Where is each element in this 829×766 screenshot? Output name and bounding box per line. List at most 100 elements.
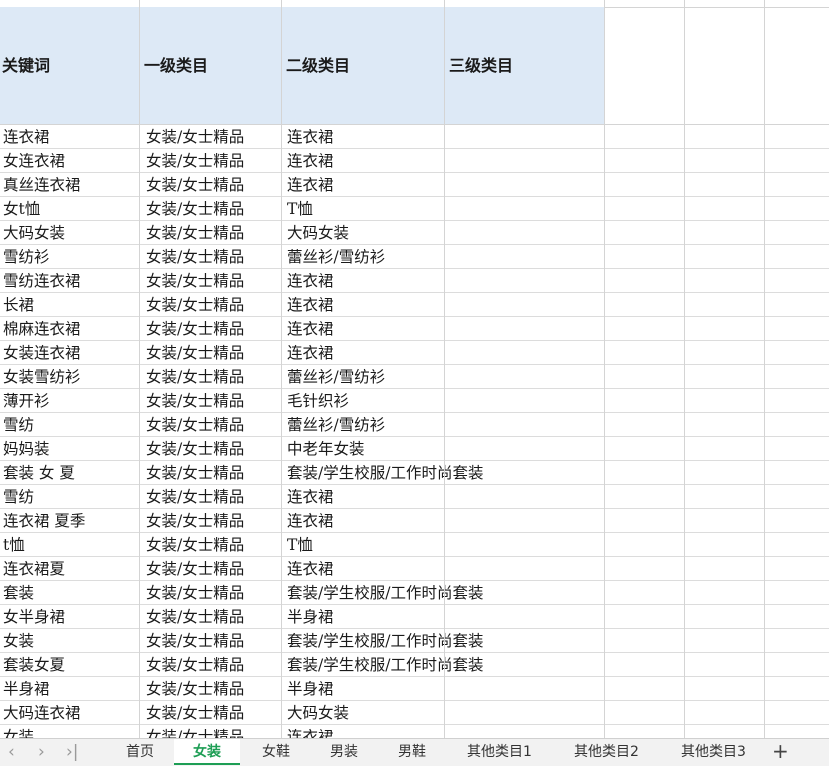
cell-category-2[interactable]: 连衣裙: [287, 125, 334, 148]
sheet-tab[interactable]: 女鞋: [242, 739, 310, 765]
cell-keyword[interactable]: 女装连衣裙: [3, 341, 81, 364]
cell-category-2[interactable]: 蕾丝衫/雪纺衫: [287, 365, 385, 388]
cell-keyword[interactable]: 大码连衣裙: [3, 701, 81, 724]
cell-category-2[interactable]: T恤: [287, 533, 313, 556]
cell-category-2[interactable]: 连衣裙: [287, 269, 334, 292]
cell-keyword[interactable]: 雪纺: [3, 413, 34, 436]
cell-keyword[interactable]: 连衣裙 夏季: [3, 509, 85, 532]
cell-keyword[interactable]: 真丝连衣裙: [3, 173, 81, 196]
cell-category-1[interactable]: 女装/女士精品: [146, 653, 244, 676]
cell-keyword[interactable]: 套装: [3, 581, 34, 604]
cell-keyword[interactable]: 大码女装: [3, 221, 65, 244]
cell-category-2[interactable]: 蕾丝衫/雪纺衫: [287, 413, 385, 436]
cell-category-2[interactable]: 套装/学生校服/工作时尚套装: [287, 653, 483, 676]
cell-category-2[interactable]: 连衣裙: [287, 557, 334, 580]
cell-category-2[interactable]: 连衣裙: [287, 149, 334, 172]
cell-keyword[interactable]: 连衣裙: [3, 125, 50, 148]
header-keyword[interactable]: 关键词: [2, 7, 50, 124]
cell-category-2[interactable]: 大码女装: [287, 221, 349, 244]
cell-category-2[interactable]: 套装/学生校服/工作时尚套装: [287, 581, 483, 604]
cell-keyword[interactable]: 半身裙: [3, 677, 50, 700]
cell-keyword[interactable]: 女半身裙: [3, 605, 65, 628]
cell-category-1[interactable]: 女装/女士精品: [146, 413, 244, 436]
cell-category-2[interactable]: 连衣裙: [287, 725, 334, 738]
header-category-3[interactable]: 三级类目: [449, 7, 513, 124]
sheet-tab[interactable]: 男装: [310, 739, 378, 765]
cell-category-2[interactable]: 中老年女装: [287, 437, 365, 460]
cell-category-1[interactable]: 女装/女士精品: [146, 149, 244, 172]
header-category-2[interactable]: 二级类目: [286, 7, 350, 124]
cell-keyword[interactable]: 棉麻连衣裙: [3, 317, 81, 340]
cell-category-1[interactable]: 女装/女士精品: [146, 173, 244, 196]
cell-category-1[interactable]: 女装/女士精品: [146, 485, 244, 508]
cell-keyword[interactable]: 套装女夏: [3, 653, 65, 676]
cell-category-2[interactable]: T恤: [287, 197, 313, 220]
cell-keyword[interactable]: 连衣裙夏: [3, 557, 65, 580]
cell-category-1[interactable]: 女装/女士精品: [146, 221, 244, 244]
cell-keyword[interactable]: 女装: [3, 629, 34, 652]
table-row: 女装连衣裙 女装/女士精品 连衣裙: [0, 341, 829, 365]
cell-keyword[interactable]: 女t恤: [3, 197, 40, 220]
cell-keyword[interactable]: 女装雪纺衫: [3, 365, 81, 388]
sheet-tab[interactable]: 其他类目2: [553, 739, 660, 765]
cell-category-2[interactable]: 半身裙: [287, 677, 334, 700]
cell-category-1[interactable]: 女装/女士精品: [146, 125, 244, 148]
cell-category-2[interactable]: 套装/学生校服/工作时尚套装: [287, 629, 483, 652]
table-row: 半身裙 女装/女士精品 半身裙: [0, 677, 829, 701]
cell-keyword[interactable]: 女装: [3, 725, 34, 738]
add-sheet-icon[interactable]: +: [772, 739, 789, 766]
first-sheet-icon[interactable]: ‹: [8, 739, 15, 766]
cell-category-2[interactable]: 连衣裙: [287, 173, 334, 196]
cell-category-2[interactable]: 套装/学生校服/工作时尚套装: [287, 461, 483, 484]
cell-keyword[interactable]: 妈妈装: [3, 437, 50, 460]
cell-category-1[interactable]: 女装/女士精品: [146, 509, 244, 532]
sheet-tab[interactable]: 女装: [174, 739, 240, 765]
cell-category-1[interactable]: 女装/女士精品: [146, 581, 244, 604]
sheet-tab[interactable]: 首页: [106, 739, 174, 765]
spreadsheet-grid[interactable]: 关键词 一级类目 二级类目 三级类目 连衣裙 女装/女士精品 连衣裙 女连衣裙 女装/女…: [0, 0, 829, 738]
cell-category-2[interactable]: 半身裙: [287, 605, 334, 628]
cell-category-2[interactable]: 蕾丝衫/雪纺衫: [287, 245, 385, 268]
cell-category-1[interactable]: 女装/女士精品: [146, 437, 244, 460]
cell-keyword[interactable]: 套装 女 夏: [3, 461, 75, 484]
cell-category-1[interactable]: 女装/女士精品: [146, 317, 244, 340]
cell-category-1[interactable]: 女装/女士精品: [146, 365, 244, 388]
cell-category-1[interactable]: 女装/女士精品: [146, 389, 244, 412]
cell-category-2[interactable]: 连衣裙: [287, 293, 334, 316]
cell-category-1[interactable]: 女装/女士精品: [146, 269, 244, 292]
cell-keyword[interactable]: t恤: [3, 533, 25, 556]
cell-keyword[interactable]: 雪纺: [3, 485, 34, 508]
cell-category-1[interactable]: 女装/女士精品: [146, 197, 244, 220]
cell-keyword[interactable]: 雪纺连衣裙: [3, 269, 81, 292]
next-sheet-icon[interactable]: ›: [38, 739, 45, 766]
table-row: 女t恤 女装/女士精品 T恤: [0, 197, 829, 221]
cell-category-2[interactable]: 连衣裙: [287, 317, 334, 340]
sheet-tab[interactable]: 男鞋: [378, 739, 446, 765]
cell-category-1[interactable]: 女装/女士精品: [146, 605, 244, 628]
last-sheet-icon[interactable]: ›|: [66, 739, 79, 766]
cell-category-1[interactable]: 女装/女士精品: [146, 245, 244, 268]
cell-category-1[interactable]: 女装/女士精品: [146, 701, 244, 724]
header-category-1[interactable]: 一级类目: [144, 7, 208, 124]
cell-category-2[interactable]: 连衣裙: [287, 485, 334, 508]
cell-keyword[interactable]: 长裙: [3, 293, 34, 316]
cell-category-1[interactable]: 女装/女士精品: [146, 341, 244, 364]
cell-category-1[interactable]: 女装/女士精品: [146, 533, 244, 556]
cell-category-2[interactable]: 连衣裙: [287, 509, 334, 532]
cell-category-1[interactable]: 女装/女士精品: [146, 293, 244, 316]
cell-category-2[interactable]: 大码女装: [287, 701, 349, 724]
cell-category-2[interactable]: 毛针织衫: [287, 389, 349, 412]
sheet-tab[interactable]: 其他类目1: [446, 739, 553, 765]
cell-category-1[interactable]: 女装/女士精品: [146, 557, 244, 580]
cell-keyword[interactable]: 薄开衫: [3, 389, 50, 412]
table-row: 真丝连衣裙 女装/女士精品 连衣裙: [0, 173, 829, 197]
cell-category-1[interactable]: 女装/女士精品: [146, 725, 244, 738]
cell-keyword[interactable]: 雪纺衫: [3, 245, 50, 268]
cell-category-1[interactable]: 女装/女士精品: [146, 677, 244, 700]
sheet-tab[interactable]: 其他类目3: [660, 739, 767, 765]
cell-category-1[interactable]: 女装/女士精品: [146, 461, 244, 484]
cell-category-1[interactable]: 女装/女士精品: [146, 629, 244, 652]
cell-category-2[interactable]: 连衣裙: [287, 341, 334, 364]
cell-keyword[interactable]: 女连衣裙: [3, 149, 65, 172]
table-row: 女装 女装/女士精品 连衣裙: [0, 725, 829, 738]
